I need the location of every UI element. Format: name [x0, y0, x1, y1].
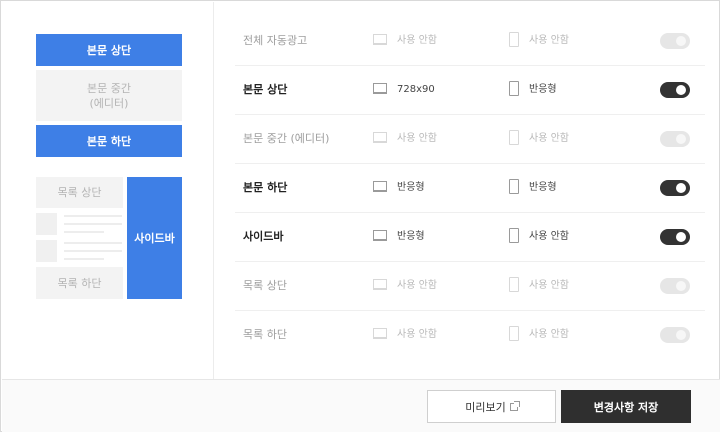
list-line — [64, 250, 122, 252]
desktop-icon — [373, 279, 387, 290]
ad-toggle[interactable] — [660, 33, 690, 49]
ad-row-name: 사이드바 — [243, 230, 284, 243]
ad-toggle[interactable] — [660, 131, 690, 147]
preview-list-top[interactable]: 목록 상단 — [36, 177, 123, 208]
list-line — [64, 258, 104, 260]
preview-button[interactable]: 미리보기 — [427, 390, 556, 423]
mobile-icon — [509, 32, 519, 47]
save-changes-label: 변경사항 저장 — [593, 400, 659, 414]
desktop-icon — [373, 328, 387, 339]
mobile-icon — [509, 277, 519, 292]
preview-body-middle-line2: (에디터) — [89, 96, 129, 110]
preview-body-middle-line1: 본문 중간 — [87, 81, 131, 95]
desktop-icon — [373, 132, 387, 143]
mobile-icon — [509, 130, 519, 145]
ad-row-body-bottom: 본문 하단 반응형 반응형 — [235, 164, 705, 213]
mobile-icon — [509, 179, 519, 194]
pc-ad-size[interactable]: 사용 안함 — [397, 115, 437, 163]
toggle-knob — [676, 85, 686, 95]
toggle-knob — [676, 134, 686, 144]
list-line — [64, 231, 104, 233]
pc-ad-size[interactable]: 사용 안함 — [397, 311, 437, 359]
ad-toggle[interactable] — [660, 327, 690, 343]
ad-row-name: 목록 상단 — [243, 279, 287, 292]
desktop-icon — [373, 34, 387, 45]
toggle-knob — [676, 232, 686, 242]
toggle-knob — [676, 183, 686, 193]
ad-row-name: 본문 하단 — [243, 181, 288, 194]
external-link-icon — [509, 400, 520, 411]
list-thumbnail — [36, 240, 57, 262]
list-line — [64, 242, 122, 244]
ad-row-name: 본문 중간 (에디터) — [243, 132, 330, 145]
save-changes-button[interactable]: 변경사항 저장 — [561, 390, 691, 423]
pc-ad-size[interactable]: 728x90 — [397, 66, 435, 114]
ad-row-name: 본문 상단 — [243, 83, 288, 96]
mobile-ad-size[interactable]: 반응형 — [529, 66, 557, 114]
ad-row-sidebar: 사이드바 반응형 사용 안함 — [235, 213, 705, 262]
mobile-ad-size[interactable]: 사용 안함 — [529, 115, 569, 163]
preview-body-bottom-label: 본문 하단 — [86, 134, 132, 148]
preview-body-bottom[interactable]: 본문 하단 — [36, 125, 182, 157]
desktop-icon — [373, 181, 387, 192]
action-bar: 미리보기 변경사항 저장 — [2, 379, 720, 432]
ad-row-name: 전체 자동광고 — [243, 34, 308, 47]
desktop-icon — [373, 230, 387, 241]
mobile-ad-size[interactable]: 사용 안함 — [529, 213, 569, 261]
pc-ad-size[interactable]: 반응형 — [397, 213, 425, 261]
ad-row-list-bottom: 목록 하단 사용 안함 사용 안함 — [235, 311, 705, 360]
ad-row-body-top: 본문 상단 728x90 반응형 — [235, 66, 705, 115]
mobile-ad-size[interactable]: 사용 안함 — [529, 17, 569, 65]
preview-list-top-label: 목록 상단 — [57, 186, 102, 199]
mobile-icon — [509, 81, 519, 96]
toggle-knob — [676, 330, 686, 340]
ad-toggle[interactable] — [660, 229, 690, 245]
preview-sidebar[interactable]: 사이드바 — [127, 177, 182, 299]
mobile-ad-size[interactable]: 사용 안함 — [529, 262, 569, 310]
pc-ad-size[interactable]: 사용 안함 — [397, 262, 437, 310]
mobile-icon — [509, 228, 519, 243]
preview-body-middle-label: 본문 중간 (에디터) — [87, 81, 131, 111]
ad-toggle[interactable] — [660, 180, 690, 196]
desktop-icon — [373, 83, 387, 94]
ad-row-name: 목록 하단 — [243, 328, 287, 341]
preview-body-top-label: 본문 상단 — [86, 43, 132, 57]
preview-body-middle[interactable]: 본문 중간 (에디터) — [36, 70, 182, 121]
list-thumbnail — [36, 213, 57, 235]
ad-toggle[interactable] — [660, 278, 690, 294]
pc-ad-size[interactable]: 반응형 — [397, 164, 425, 212]
toggle-knob — [676, 281, 686, 291]
mobile-ad-size[interactable]: 사용 안함 — [529, 311, 569, 359]
preview-body-top[interactable]: 본문 상단 — [36, 34, 182, 66]
list-line — [64, 215, 122, 217]
toggle-knob — [676, 36, 686, 46]
ad-placement-preview: 본문 상단 본문 중간 (에디터) 본문 하단 목록 상단 목록 하단 사이드바 — [2, 2, 214, 379]
mobile-icon — [509, 326, 519, 341]
preview-sidebar-label: 사이드바 — [134, 231, 175, 245]
ad-row-list-top: 목록 상단 사용 안함 사용 안함 — [235, 262, 705, 311]
preview-list-bottom-label: 목록 하단 — [57, 276, 102, 290]
pc-ad-size[interactable]: 사용 안함 — [397, 17, 437, 65]
ad-row-auto-ads: 전체 자동광고 사용 안함 사용 안함 — [235, 17, 705, 66]
preview-list-bottom[interactable]: 목록 하단 — [36, 267, 123, 299]
ad-toggle[interactable] — [660, 82, 690, 98]
preview-button-label: 미리보기 — [465, 400, 506, 414]
ad-row-body-middle: 본문 중간 (에디터) 사용 안함 사용 안함 — [235, 115, 705, 164]
list-line — [64, 223, 122, 225]
ad-settings-panel: 본문 상단 본문 중간 (에디터) 본문 하단 목록 상단 목록 하단 사이드바 — [0, 0, 720, 432]
mobile-ad-size[interactable]: 반응형 — [529, 164, 557, 212]
